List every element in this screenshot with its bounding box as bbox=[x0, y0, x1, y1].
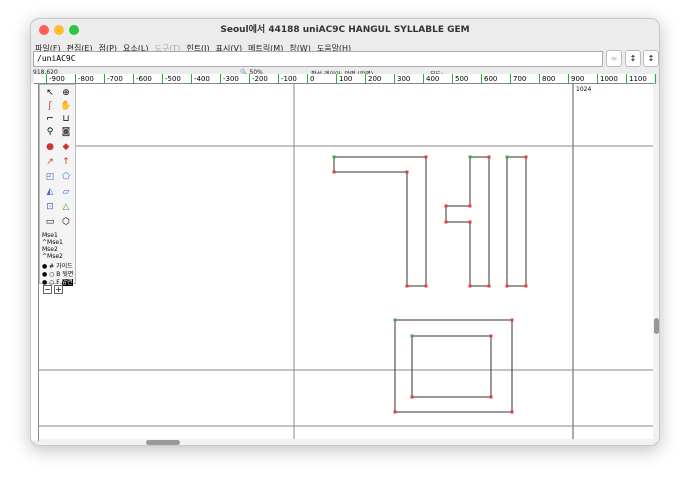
ruler-tick: 700 bbox=[510, 74, 526, 84]
glyph-point bbox=[424, 155, 428, 159]
glyph-contour bbox=[506, 156, 527, 287]
glyph-point bbox=[405, 170, 409, 174]
ruler-tick: 0 bbox=[307, 74, 314, 84]
knife-tool-icon[interactable]: ⌐ bbox=[43, 113, 57, 126]
glyph-point bbox=[524, 284, 528, 288]
magnify-tool-icon[interactable]: ⊕ bbox=[59, 87, 73, 100]
ruler-tool-icon[interactable]: ⊔ bbox=[59, 113, 73, 126]
ruler-tick: 800 bbox=[539, 74, 555, 84]
glyph-point bbox=[405, 284, 409, 288]
glyph-point bbox=[489, 395, 493, 399]
ruler-tick: 500 bbox=[452, 74, 468, 84]
tools-palette: ↖ ⊕ ʃ ✋ ⌐ ⊔ ⚲ ◙ ● ◆ ↗ ↑ ◰ ⬠ ◭ ▱ ⊡ △ ▭ ⬡ … bbox=[39, 84, 76, 286]
ruler-tick: 200 bbox=[365, 74, 381, 84]
ruler-tick: -700 bbox=[104, 74, 123, 84]
mse2-label: Mse2 bbox=[42, 246, 58, 253]
ruler-tick: -500 bbox=[162, 74, 181, 84]
glyph-point bbox=[332, 170, 336, 174]
hvcurve-point-icon[interactable]: ◆ bbox=[59, 141, 73, 154]
glyph-point bbox=[410, 395, 414, 399]
mse1-label: Mse1 bbox=[42, 232, 58, 239]
glyph-point bbox=[487, 155, 491, 159]
glyph-point bbox=[332, 155, 336, 159]
glyph-point bbox=[468, 204, 472, 208]
ruler-tick: -900 bbox=[46, 74, 65, 84]
glyph-point bbox=[444, 220, 448, 224]
ctrl-mse1-label: ^Mse1 bbox=[42, 239, 63, 246]
glyph-point bbox=[505, 284, 509, 288]
pointer-tool-icon[interactable]: ↖ bbox=[43, 87, 57, 100]
zoom-button[interactable] bbox=[69, 25, 79, 35]
glyph-point bbox=[393, 318, 397, 322]
ruler-tick: 1000 bbox=[597, 74, 618, 84]
vertical-scroll-thumb[interactable] bbox=[654, 318, 659, 334]
ruler-tick: -400 bbox=[191, 74, 210, 84]
ruler-tick: 600 bbox=[481, 74, 497, 84]
horizontal-scrollbar[interactable] bbox=[39, 439, 653, 445]
glyph-point bbox=[524, 155, 528, 159]
glyph-input[interactable]: /uniAC9C bbox=[33, 51, 603, 67]
ruler-tick: -600 bbox=[133, 74, 152, 84]
glyph-contour bbox=[333, 156, 427, 287]
glyph-point bbox=[510, 410, 514, 414]
glyph-point bbox=[505, 155, 509, 159]
3d-rotate-tool-icon[interactable]: ⊡ bbox=[43, 201, 57, 214]
advance-label: 1024 bbox=[576, 86, 591, 93]
ruler-tick: -200 bbox=[249, 74, 268, 84]
glyph-point bbox=[487, 284, 491, 288]
prev-button[interactable]: ↕ bbox=[625, 50, 641, 67]
next-button[interactable]: ↕ bbox=[643, 50, 659, 67]
ruler-tick: 300 bbox=[394, 74, 410, 84]
glyph-point bbox=[468, 155, 472, 159]
glyph-point bbox=[393, 410, 397, 414]
skew-tool-icon[interactable]: ▱ bbox=[59, 186, 73, 199]
glyph-point bbox=[468, 284, 472, 288]
minimize-button[interactable] bbox=[54, 25, 64, 35]
ruler-tick: -800 bbox=[75, 74, 94, 84]
remove-layer-button[interactable]: − bbox=[43, 285, 52, 294]
vertical-scrollbar[interactable] bbox=[653, 84, 659, 441]
tangent-point-icon[interactable]: ↑ bbox=[59, 156, 73, 169]
polygon-tool-icon[interactable]: ⬡ bbox=[59, 216, 73, 229]
window-title: Seoul에서 44188 uniAC9C HANGUL SYLLABLE GE… bbox=[220, 25, 470, 35]
perspective-tool-icon[interactable]: △ bbox=[59, 201, 73, 214]
stop-button[interactable]: ≡ bbox=[606, 50, 622, 67]
ruler-tick: 100 bbox=[336, 74, 352, 84]
glyph-contour bbox=[445, 156, 490, 287]
hand-tool-icon[interactable]: ✋ bbox=[59, 100, 73, 113]
horizontal-scroll-thumb[interactable] bbox=[146, 440, 180, 445]
ruler-tick: 900 bbox=[568, 74, 584, 84]
rectangle-tool-icon[interactable]: ▭ bbox=[43, 216, 57, 229]
glyph-point bbox=[444, 204, 448, 208]
ruler-tick: -300 bbox=[220, 74, 239, 84]
glyph-outline-svg: 1024 bbox=[39, 84, 653, 439]
ruler-tick: 400 bbox=[423, 74, 439, 84]
glyph-point bbox=[468, 220, 472, 224]
spiro-tool-icon[interactable]: ◙ bbox=[59, 126, 73, 139]
ctrl-mse2-label: ^Mse2 bbox=[42, 253, 63, 260]
ruler-tick: -100 bbox=[278, 74, 297, 84]
close-button[interactable] bbox=[39, 25, 49, 35]
rotate-tool-icon[interactable]: ⬠ bbox=[59, 171, 73, 184]
title-bar: Seoul에서 44188 uniAC9C HANGUL SYLLABLE GE… bbox=[31, 19, 659, 41]
scale-tool-icon[interactable]: ◰ bbox=[43, 171, 57, 184]
compass-tool-icon[interactable]: ⚲ bbox=[43, 126, 57, 139]
glyph-canvas[interactable]: 1024 bbox=[39, 84, 653, 439]
glyph-contour bbox=[411, 335, 492, 398]
add-layer-button[interactable]: + bbox=[54, 285, 63, 294]
curve-point-icon[interactable]: ● bbox=[43, 141, 57, 154]
glyph-point bbox=[489, 334, 493, 338]
glyph-point bbox=[424, 284, 428, 288]
glyph-point bbox=[510, 318, 514, 322]
glyph-point bbox=[410, 334, 414, 338]
freehand-tool-icon[interactable]: ʃ bbox=[43, 100, 57, 113]
glyph-window: Seoul에서 44188 uniAC9C HANGUL SYLLABLE GE… bbox=[30, 18, 660, 446]
corner-point-icon[interactable]: ↗ bbox=[43, 156, 57, 169]
ruler-tick: 1200 bbox=[655, 74, 659, 84]
vertical-ruler bbox=[31, 84, 39, 441]
flip-tool-icon[interactable]: ◭ bbox=[43, 186, 57, 199]
ruler-tick: 1100 bbox=[626, 74, 647, 84]
horizontal-ruler: -900 -800 -700 -600 -500 -400 -300 -200 -100 0 100… bbox=[34, 74, 659, 84]
